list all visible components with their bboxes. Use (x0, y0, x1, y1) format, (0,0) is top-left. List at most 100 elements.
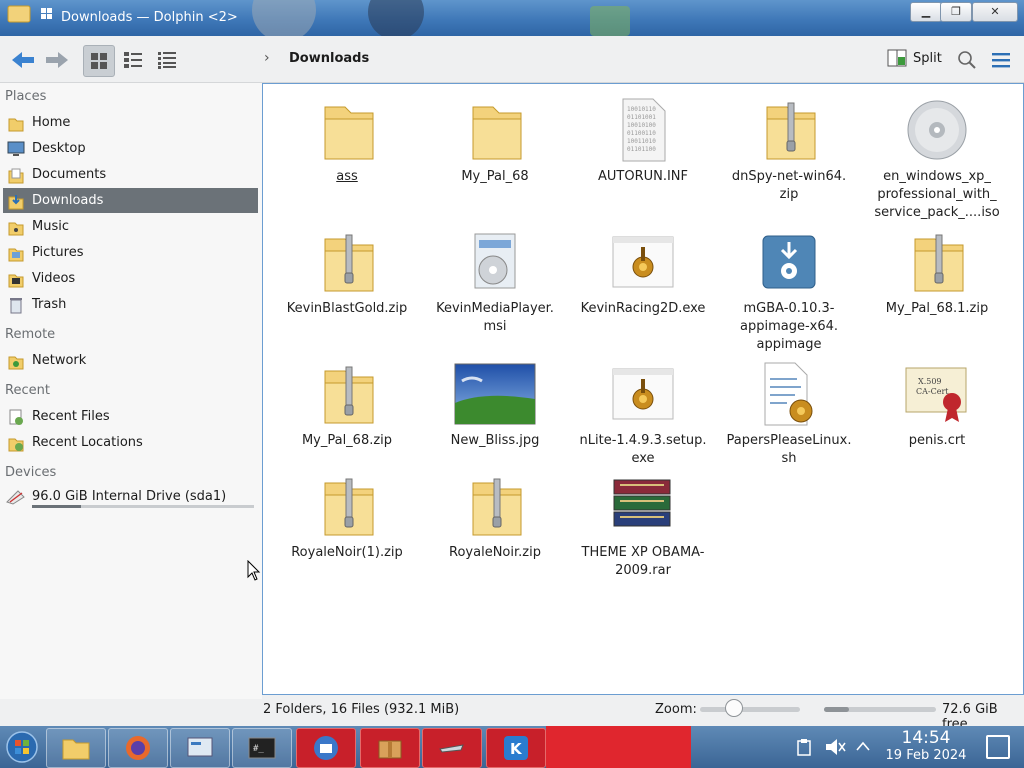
clock[interactable]: 14:54 19 Feb 2024 (882, 729, 970, 764)
details-view-button[interactable] (152, 45, 182, 75)
svg-text:10010110: 10010110 (627, 106, 656, 113)
close-button[interactable]: ✕ (972, 2, 1018, 22)
chevron-right-icon[interactable]: › (264, 50, 270, 66)
file-name: en_windows_xp_ professional_with_ servic… (874, 169, 1000, 220)
search-button[interactable] (952, 45, 982, 75)
file-item[interactable]: KevinRacing2D.exe (573, 226, 713, 318)
file-item[interactable]: KevinMediaPlayer. msi (425, 226, 565, 336)
taskbar-package-installer[interactable] (360, 728, 420, 768)
file-item[interactable]: RoyaleNoir.zip (425, 470, 565, 562)
svg-text:01100110: 01100110 (627, 130, 656, 137)
file-name: PapersPleaseLinux. sh (726, 433, 852, 466)
taskbar-file-explorer[interactable] (46, 728, 106, 768)
taskbar-kde-app[interactable]: K (486, 728, 546, 768)
sidebar-item-recent-files[interactable]: Recent Files (3, 404, 258, 429)
breadcrumb[interactable]: Downloads (289, 51, 369, 66)
file-item[interactable]: en_windows_xp_ professional_with_ servic… (867, 94, 1007, 222)
sidebar-item-label: 96.0 GiB Internal Drive (sda1) (32, 489, 227, 504)
icons-view-button[interactable] (83, 45, 115, 77)
zoom-label: Zoom: (655, 702, 697, 717)
file-item[interactable]: My_Pal_68 (425, 94, 565, 186)
zip-file-icon (895, 226, 979, 298)
taskbar-thunderbird[interactable] (296, 728, 356, 768)
zoom-slider-handle[interactable] (725, 699, 743, 717)
mouse-cursor-icon (247, 560, 261, 581)
file-item[interactable]: KevinBlastGold.zip (277, 226, 417, 318)
text-file-icon: 10010110 01101001 10010100 01100110 10011010… (601, 94, 685, 166)
file-item[interactable]: My_Pal_68.1.zip (867, 226, 1007, 318)
toolbar: › Downloads Split (0, 36, 1024, 83)
split-label: Split (913, 50, 942, 66)
settings-panel-icon (187, 737, 213, 757)
clock-date: 19 Feb 2024 (885, 748, 967, 763)
minimize-button[interactable]: ▁ (910, 2, 942, 22)
sidebar-item-label: Downloads (32, 193, 104, 208)
sidebar-item-label: Recent Files (32, 409, 110, 424)
sidebar-item-documents[interactable]: Documents (3, 162, 258, 187)
wallpaper-decoration (368, 0, 424, 40)
taskbar-firefox[interactable] (108, 728, 168, 768)
file-item[interactable]: ass (277, 94, 417, 186)
forward-button[interactable] (42, 45, 72, 75)
back-button[interactable] (8, 45, 38, 75)
start-button[interactable] (2, 728, 42, 766)
split-view-icon (887, 49, 907, 67)
sidebar-item-network[interactable]: Network (3, 348, 258, 373)
file-item[interactable]: mGBA-0.10.3- appimage-x64. appimage (719, 226, 859, 354)
compact-view-button[interactable] (118, 45, 148, 75)
file-item[interactable]: 10010110 01101001 10010100 01100110 10011010… (573, 94, 713, 186)
menu-button[interactable] (986, 45, 1016, 75)
taskbar-game[interactable] (422, 728, 482, 768)
recent-files-icon (6, 407, 26, 427)
desktop-icon (6, 139, 26, 159)
sidebar-item-recent-locations[interactable]: Recent Locations (3, 430, 258, 455)
exe-file-icon (601, 358, 685, 430)
file-name: My_Pal_68 (461, 169, 529, 184)
folder-icon (62, 739, 90, 760)
split-button[interactable]: Split (887, 49, 942, 67)
sidebar-item-desktop[interactable]: Desktop (3, 136, 258, 161)
file-name: mGBA-0.10.3- appimage-x64. appimage (739, 301, 839, 352)
file-item[interactable]: New_Bliss.jpg (425, 358, 565, 450)
file-view[interactable]: ass My_Pal_68 10010110 01101001 10010100 0110… (262, 83, 1024, 695)
sidebar-item-music[interactable]: Music (3, 214, 258, 239)
file-item[interactable]: dnSpy-net-win64. zip (719, 94, 859, 204)
plane-game-icon (439, 744, 464, 753)
chevron-up-icon[interactable] (856, 740, 870, 752)
sidebar-item-label: Pictures (32, 245, 84, 260)
file-item[interactable]: X.509 CA-Cert penis.crt (867, 358, 1007, 450)
file-item[interactable]: nLite-1.4.9.3.setup. exe (573, 358, 713, 468)
window-title: Downloads — Dolphin <2> (61, 10, 238, 25)
zoom-slider[interactable] (700, 707, 800, 712)
title-bar[interactable]: Downloads — Dolphin <2> ▁ ❐ ✕ (0, 0, 1024, 42)
file-item[interactable]: RoyaleNoir(1).zip (277, 470, 417, 562)
show-desktop-button[interactable] (986, 735, 1010, 759)
sidebar-item-trash[interactable]: Trash (3, 292, 258, 317)
sidebar-item-home[interactable]: Home (3, 110, 258, 135)
trash-icon (6, 295, 26, 315)
zip-file-icon (747, 94, 831, 166)
clock-time: 14:54 (901, 728, 951, 748)
clipboard-icon[interactable] (796, 738, 812, 756)
places-panel: Places Home Desktop Documents Downloads … (0, 83, 262, 699)
file-name: ass (336, 169, 358, 184)
sidebar-item-pictures[interactable]: Pictures (3, 240, 258, 265)
sidebar-item-downloads[interactable]: Downloads (3, 188, 258, 213)
sidebar-item-label: Desktop (32, 141, 86, 156)
file-item[interactable]: THEME XP OBAMA- 2009.rar (573, 470, 713, 580)
folder-file-icon (453, 94, 537, 166)
sidebar-item-label: Documents (32, 167, 107, 182)
disk-space-fill (824, 707, 849, 712)
sidebar-item-videos[interactable]: Videos (3, 266, 258, 291)
taskbar-system-settings[interactable] (170, 728, 230, 768)
disk-space-bar (824, 707, 936, 712)
file-name: RoyaleNoir.zip (449, 545, 541, 560)
file-item[interactable]: PapersPleaseLinux. sh (719, 358, 859, 468)
volume-muted-icon[interactable] (824, 737, 846, 757)
file-item[interactable]: My_Pal_68.zip (277, 358, 417, 450)
terminal-icon: #_ (248, 737, 276, 759)
taskbar-terminal[interactable]: #_ (232, 728, 292, 768)
maximize-button[interactable]: ❐ (940, 2, 972, 22)
section-remote: Remote (5, 327, 56, 342)
videos-icon (6, 269, 26, 289)
